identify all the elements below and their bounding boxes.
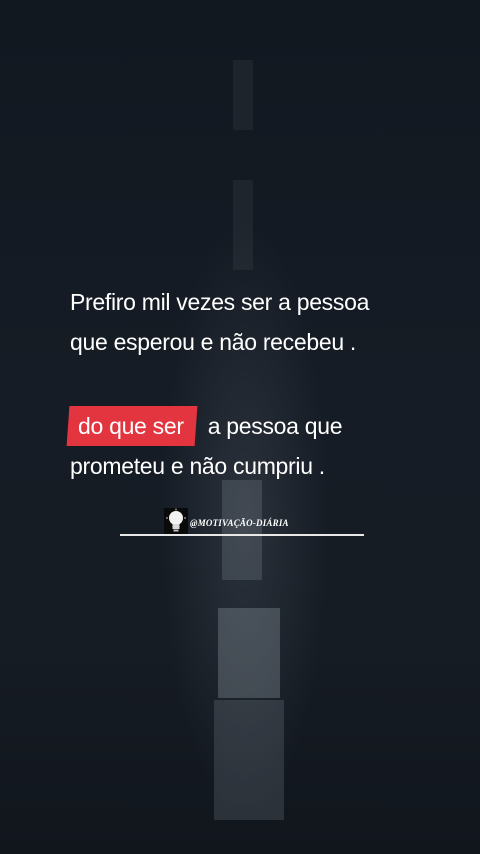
road-marking	[214, 700, 284, 820]
quote-line-2: que esperou e não recebeu .	[70, 329, 357, 355]
brand-handle: @MOTIVAÇÃO-DIÁRIA	[190, 518, 289, 528]
brand-underline	[120, 534, 364, 536]
lightbulb-icon	[164, 508, 188, 534]
brand-watermark: @MOTIVAÇÃO-DIÁRIA	[120, 506, 364, 536]
quote-text: Prefiro mil vezes ser a pessoa que esper…	[66, 282, 430, 486]
highlight-badge: do que ser	[66, 406, 198, 446]
quote-line-4: prometeu e não cumpriu .	[70, 453, 325, 479]
road-marking	[218, 608, 280, 698]
road-marking	[233, 180, 253, 270]
road-marking	[233, 60, 253, 130]
quote-line-1: Prefiro mil vezes ser a pessoa	[70, 289, 370, 315]
quote-line-3-rest: a pessoa que	[207, 413, 343, 439]
quote-line-3: do que ser a pessoa que	[66, 406, 430, 446]
highlight-text: do que ser	[78, 413, 184, 439]
